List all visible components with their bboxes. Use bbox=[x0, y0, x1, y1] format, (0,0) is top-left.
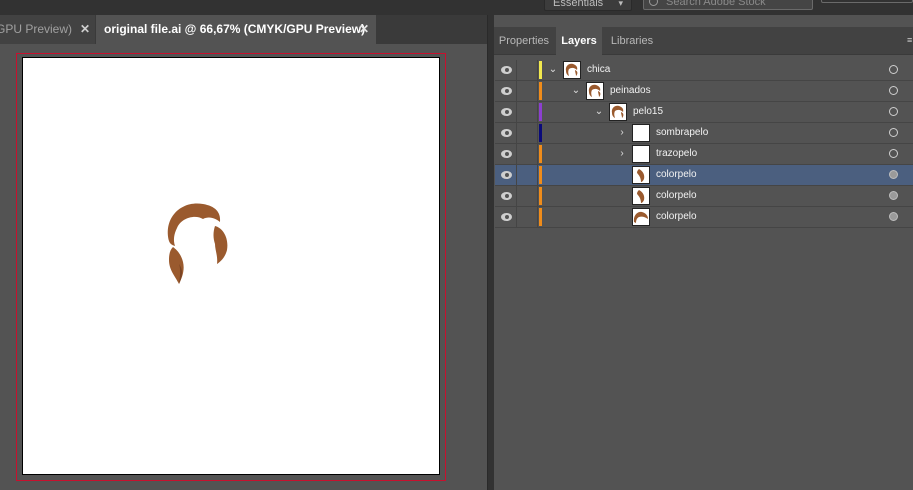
top-right-control[interactable] bbox=[821, 0, 913, 3]
close-icon[interactable]: ✕ bbox=[80, 15, 90, 44]
document-tab-active[interactable]: original file.ai @ 66,67% (CMYK/GPU Prev… bbox=[96, 15, 376, 44]
blank-thumb bbox=[632, 124, 650, 142]
visibility-toggle[interactable] bbox=[495, 144, 517, 164]
target-circle-icon[interactable] bbox=[889, 128, 898, 137]
layer-row[interactable]: ⌄ peinados bbox=[495, 81, 913, 102]
layer-row[interactable]: › sombrapelo bbox=[495, 123, 913, 144]
panel-tab-bar: Properties Layers Libraries ≡ bbox=[494, 27, 913, 55]
layer-name[interactable]: chica bbox=[587, 60, 610, 80]
layer-row[interactable]: colorpelo bbox=[495, 186, 913, 207]
tab-layers[interactable]: Layers bbox=[556, 27, 602, 55]
visibility-toggle[interactable] bbox=[495, 60, 517, 80]
panel-menu-icon[interactable]: ≡ bbox=[907, 35, 913, 45]
layer-row[interactable]: colorpelo bbox=[495, 165, 913, 186]
eye-icon bbox=[501, 192, 512, 200]
layer-color-swatch bbox=[539, 145, 542, 163]
workspace-switcher[interactable]: Essentials ▾ bbox=[544, 0, 632, 11]
hair-thumb bbox=[586, 82, 604, 100]
close-icon[interactable]: ✕ bbox=[359, 15, 369, 44]
target-circle-icon[interactable] bbox=[889, 149, 898, 158]
chevron-down-icon[interactable]: ⌄ bbox=[593, 103, 605, 121]
layer-row[interactable]: › trazopelo bbox=[495, 144, 913, 165]
target-circle-icon[interactable] bbox=[889, 65, 898, 74]
app-top-bar: Essentials ▾ Search Adobe Stock bbox=[0, 0, 913, 15]
layer-row[interactable]: ⌄ pelo15 bbox=[495, 102, 913, 123]
target-circle-icon[interactable] bbox=[889, 170, 898, 179]
artboard[interactable] bbox=[22, 57, 440, 475]
stock-search-input[interactable]: Search Adobe Stock bbox=[643, 0, 813, 10]
lock-toggle[interactable] bbox=[517, 186, 538, 206]
chevron-right-icon[interactable]: › bbox=[616, 124, 628, 142]
eye-icon bbox=[501, 108, 512, 116]
hair-right-piece bbox=[213, 226, 228, 264]
lock-toggle[interactable] bbox=[517, 144, 538, 164]
layer-color-swatch bbox=[539, 61, 542, 79]
workspace-label: Essentials bbox=[553, 0, 604, 9]
layer-color-swatch bbox=[539, 124, 542, 142]
layer-row[interactable]: ⌄ chica bbox=[495, 60, 913, 81]
eye-icon bbox=[501, 129, 512, 137]
document-tab-label: original file.ai @ 66,67% (CMYK/GPU Prev… bbox=[104, 22, 366, 36]
eye-icon bbox=[501, 171, 512, 179]
layers-panel: Properties Layers Libraries ≡ ⌄ chica ⌄ pei… bbox=[494, 15, 913, 490]
layer-name[interactable]: trazopelo bbox=[656, 144, 697, 164]
visibility-toggle[interactable] bbox=[495, 81, 517, 101]
visibility-toggle[interactable] bbox=[495, 207, 517, 227]
lock-toggle[interactable] bbox=[517, 102, 538, 122]
layer-color-swatch bbox=[539, 82, 542, 100]
visibility-toggle[interactable] bbox=[495, 186, 517, 206]
blank-thumb bbox=[632, 145, 650, 163]
hair-thumb bbox=[563, 61, 581, 79]
hair-thumb bbox=[609, 103, 627, 121]
lock-toggle[interactable] bbox=[517, 60, 538, 80]
lock-toggle[interactable] bbox=[517, 207, 538, 227]
eye-icon bbox=[501, 66, 512, 74]
document-tab-label: GPU Preview) bbox=[0, 22, 73, 36]
layer-name[interactable]: colorpelo bbox=[656, 207, 697, 227]
visibility-toggle[interactable] bbox=[495, 102, 517, 122]
panel-splitter[interactable] bbox=[487, 15, 494, 490]
layer-name[interactable]: colorpelo bbox=[656, 165, 697, 185]
hair-piece-thumb bbox=[632, 187, 650, 205]
visibility-toggle[interactable] bbox=[495, 123, 517, 143]
lock-toggle[interactable] bbox=[517, 165, 538, 185]
layer-row[interactable]: colorpelo bbox=[495, 207, 913, 228]
lock-toggle[interactable] bbox=[517, 123, 538, 143]
hair-top-thumb bbox=[632, 208, 650, 226]
layer-name[interactable]: pelo15 bbox=[633, 102, 663, 122]
tab-libraries[interactable]: Libraries bbox=[604, 27, 660, 55]
layer-color-swatch bbox=[539, 208, 542, 226]
eye-icon bbox=[501, 87, 512, 95]
lock-toggle[interactable] bbox=[517, 81, 538, 101]
layer-name[interactable]: peinados bbox=[610, 81, 651, 101]
chevron-down-icon: ▾ bbox=[618, 0, 623, 8]
chevron-right-icon[interactable]: › bbox=[616, 145, 628, 163]
document-tab-bar: GPU Preview) ✕ original file.ai @ 66,67%… bbox=[0, 15, 487, 44]
layer-color-swatch bbox=[539, 166, 542, 184]
hair-left-piece bbox=[169, 247, 184, 284]
document-tab-previous[interactable]: GPU Preview) ✕ bbox=[0, 15, 95, 44]
eye-icon bbox=[501, 213, 512, 221]
tab-properties[interactable]: Properties bbox=[494, 27, 554, 55]
hair-top-shape bbox=[167, 203, 221, 246]
target-circle-icon[interactable] bbox=[889, 212, 898, 221]
chevron-down-icon[interactable]: ⌄ bbox=[547, 61, 559, 79]
target-circle-icon[interactable] bbox=[889, 107, 898, 116]
visibility-toggle[interactable] bbox=[495, 165, 517, 185]
target-circle-icon[interactable] bbox=[889, 191, 898, 200]
eye-icon bbox=[501, 150, 512, 158]
layer-color-swatch bbox=[539, 103, 542, 121]
layer-name[interactable]: sombrapelo bbox=[656, 123, 708, 143]
canvas-area[interactable] bbox=[0, 44, 487, 490]
hair-artwork[interactable] bbox=[163, 198, 253, 288]
layer-color-swatch bbox=[539, 187, 542, 205]
layer-name[interactable]: colorpelo bbox=[656, 186, 697, 206]
chevron-down-icon[interactable]: ⌄ bbox=[570, 82, 582, 100]
target-circle-icon[interactable] bbox=[889, 86, 898, 95]
hair-piece-thumb bbox=[632, 166, 650, 184]
